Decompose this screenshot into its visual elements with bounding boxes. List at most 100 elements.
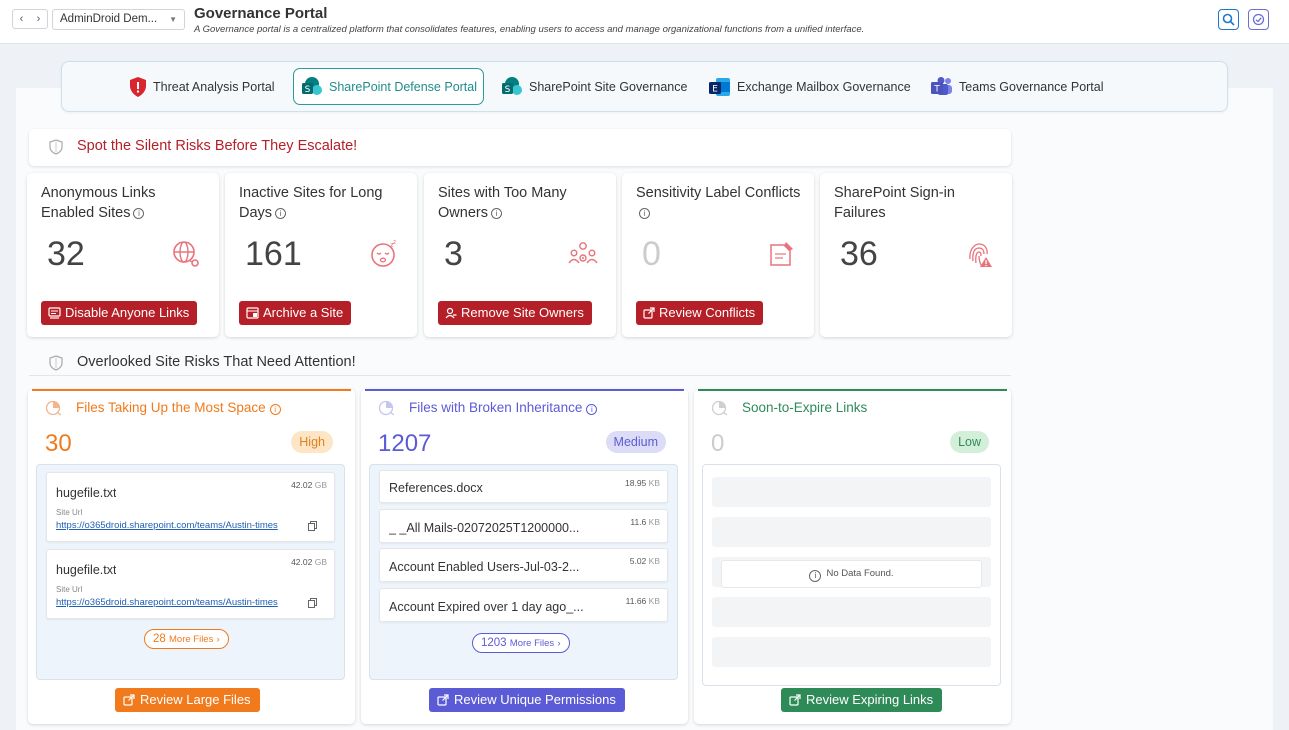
info-icon[interactable]: i	[639, 208, 650, 219]
shield-icon	[49, 355, 63, 371]
tab-sharepoint-site-governance[interactable]: S SharePoint Site Governance	[500, 68, 687, 105]
file-list: References.docx 18.95 KB _ _All Mails-02…	[369, 464, 678, 680]
button-label: Review Large Files	[140, 692, 251, 707]
file-size: 11.66 KB	[625, 596, 660, 606]
shield-icon	[49, 139, 63, 155]
teams-icon: T	[931, 76, 952, 95]
info-icon: i	[809, 570, 822, 582]
page-subtitle: A Governance portal is a centralized pla…	[194, 24, 865, 35]
kpi-card-too-many-owners: Sites with Too Many Owners i 3 Remove Sit…	[424, 173, 616, 337]
placeholder-row	[712, 637, 991, 667]
kpi-card-anonymous-links: Anonymous Links Enabled Sites i 32 Disabl…	[27, 173, 219, 337]
kpi-title: Anonymous Links Enabled Sites i	[41, 185, 156, 221]
archive-site-button[interactable]: Archive a Site	[239, 301, 352, 325]
button-label: Review Expiring Links	[806, 692, 934, 707]
exchange-icon: E	[709, 77, 730, 96]
tenant-selector[interactable]: AdminDroid Dem... ▼	[52, 9, 185, 30]
sharepoint-icon: S	[302, 76, 322, 95]
copy-icon[interactable]	[308, 521, 317, 531]
review-unique-permissions-button[interactable]: Review Unique Permissions	[429, 688, 625, 712]
silent-risks-header: Spot the Silent Risks Before They Escala…	[29, 129, 1011, 166]
site-url-link[interactable]: https://o365droid.sharepoint.com/teams/A…	[56, 597, 278, 608]
button-label: Archive a Site	[263, 305, 344, 320]
info-icon[interactable]: i	[586, 404, 598, 415]
external-link-icon	[789, 694, 801, 706]
card-accent	[365, 389, 684, 391]
info-icon[interactable]: i	[133, 208, 145, 219]
review-conflicts-button[interactable]: Review Conflicts	[636, 301, 764, 325]
file-list: hugefile.txt 42.02 GB Site Url https://o…	[36, 464, 345, 680]
kpi-card-signin-failures: SharePoint Sign-in Failures 36	[820, 173, 1012, 337]
button-label: Review Unique Permissions	[454, 692, 616, 707]
info-icon[interactable]: i	[490, 208, 502, 219]
review-expiring-links-button[interactable]: Review Expiring Links	[781, 688, 943, 712]
list-item[interactable]: hugefile.txt 42.02 GB Site Url https://o…	[46, 472, 335, 542]
kpi-title: SharePoint Sign-in Failures	[834, 185, 955, 221]
site-url-link[interactable]: https://o365droid.sharepoint.com/teams/A…	[56, 520, 278, 531]
kpi-card-inactive-sites: Inactive Sites for Long Days i 161 zz Arc…	[225, 173, 417, 337]
review-large-files-button[interactable]: Review Large Files	[115, 688, 260, 712]
list-item[interactable]: Account Enabled Users-Jul-03-2... 5.02 K…	[379, 548, 668, 582]
empty-state: i No Data Found.	[721, 560, 982, 588]
file-name: hugefile.txt	[56, 563, 117, 577]
sleepy-face-icon: zz	[371, 239, 396, 267]
page-title: Governance Portal	[194, 5, 328, 22]
svg-text:E: E	[712, 84, 718, 94]
severity-badge: Medium	[605, 431, 666, 453]
portal-tabs: Threat Analysis Portal S SharePoint Defe…	[61, 61, 1228, 112]
chart-pie-icon	[378, 400, 395, 416]
file-size: 42.02 GB	[291, 480, 327, 490]
info-icon[interactable]: i	[269, 404, 281, 415]
chart-pie-icon	[45, 400, 62, 416]
tab-label: SharePoint Site Governance	[529, 79, 688, 94]
tab-sharepoint-defense[interactable]: S SharePoint Defense Portal	[293, 68, 485, 105]
list-item[interactable]: References.docx 18.95 KB	[379, 470, 668, 503]
clock-check-icon	[1252, 13, 1265, 26]
archive-icon	[246, 307, 259, 319]
risk-title: Files with Broken Inheritance i	[409, 400, 598, 415]
tab-exchange-mailbox-governance[interactable]: E Exchange Mailbox Governance	[708, 68, 911, 105]
disable-anyone-links-button[interactable]: Disable Anyone Links	[41, 301, 198, 325]
info-icon[interactable]: i	[275, 208, 287, 219]
back-chevron-icon[interactable]: ‹	[13, 10, 30, 28]
risk-count: 1207	[378, 430, 432, 457]
risk-title: Soon-to-Expire Links	[742, 400, 868, 415]
list-item[interactable]: Account Expired over 1 day ago_... 11.66…	[379, 588, 668, 622]
sharepoint-icon: S	[502, 76, 522, 95]
svg-text:z: z	[393, 239, 396, 246]
tab-threat-analysis[interactable]: Threat Analysis Portal	[128, 68, 275, 105]
file-name: Account Expired over 1 day ago_...	[389, 600, 584, 614]
risk-card-expiring-links: Soon-to-Expire Links 0 Low i No Data Foun…	[694, 389, 1011, 724]
kpi-title: Sensitivity Label Conflictsi	[636, 185, 801, 219]
placeholder-row	[712, 597, 991, 627]
severity-badge: Low	[950, 431, 989, 453]
activity-button[interactable]	[1248, 9, 1269, 30]
chart-pie-icon	[711, 400, 728, 416]
list-item[interactable]: hugefile.txt 42.02 GB Site Url https://o…	[46, 549, 335, 619]
file-size: 42.02 GB	[291, 557, 327, 567]
remove-site-owners-button[interactable]: Remove Site Owners	[438, 301, 592, 325]
external-link-icon	[123, 694, 135, 706]
file-name: hugefile.txt	[56, 486, 117, 500]
label-conflict-icon	[770, 242, 793, 266]
search-button[interactable]	[1218, 9, 1239, 30]
button-label: Disable Anyone Links	[65, 305, 190, 320]
globe-link-icon	[173, 241, 199, 267]
more-files-button[interactable]: 28 More Files ›	[144, 629, 229, 649]
copy-icon[interactable]	[308, 598, 317, 608]
fingerprint-warning-icon	[969, 243, 992, 267]
search-icon	[1222, 13, 1235, 26]
button-label: Remove Site Owners	[461, 305, 584, 320]
list-item[interactable]: _ _All Mails-02072025T1200000... 11.6 KB	[379, 509, 668, 543]
forward-chevron-icon[interactable]: ›	[30, 10, 47, 28]
top-bar: ‹ › AdminDroid Dem... ▼ Governance Porta…	[0, 0, 1289, 44]
risk-card-large-files: Files Taking Up the Most Space i 30 High …	[28, 389, 355, 724]
kpi-title: Sites with Too Many Owners i	[438, 185, 567, 221]
svg-text:T: T	[933, 84, 940, 94]
tab-teams-governance[interactable]: T Teams Governance Portal	[930, 68, 1104, 105]
file-size: 11.6 KB	[630, 517, 660, 527]
users-gear-icon	[568, 242, 598, 264]
more-files-button[interactable]: 1203 More Files ›	[472, 633, 570, 653]
tab-label: Exchange Mailbox Governance	[737, 79, 911, 94]
shield-alert-icon	[130, 76, 146, 97]
